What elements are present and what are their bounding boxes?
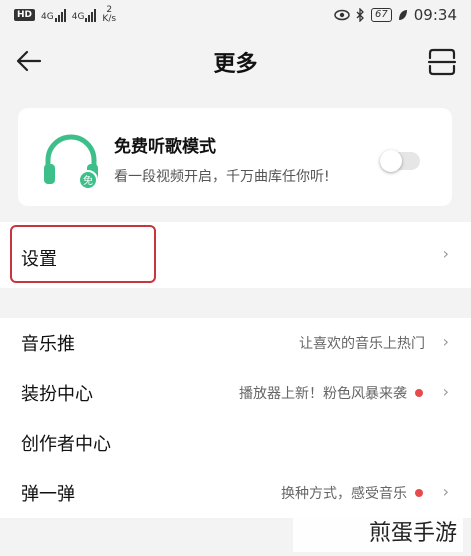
leaf-icon: [398, 10, 407, 20]
menu-list: 音乐推 让喜欢的音乐上热门 › 装扮中心 播放器上新！粉色风暴来袭 › 创作者中…: [0, 318, 471, 518]
top-bar: 更多: [0, 32, 471, 92]
scan-icon[interactable]: [427, 48, 457, 76]
list-item-hint: 播放器上新！粉色风暴来袭: [239, 386, 407, 402]
bluetooth-icon: [356, 8, 364, 22]
chevron-right-icon: ›: [442, 332, 449, 351]
chevron-right-icon: ›: [442, 244, 449, 263]
speed-unit: K/s: [102, 14, 117, 24]
headphones-icon: 免: [44, 134, 98, 190]
hd-badge: HD: [14, 9, 36, 21]
signal1-type: 4G: [41, 11, 54, 22]
signal2-type: 4G: [71, 11, 85, 22]
list-item-label: 装扮中心: [21, 384, 93, 405]
signal-2: 4G: [71, 8, 97, 22]
chevron-right-icon: ›: [442, 382, 449, 401]
watermark: 煎蛋手游: [293, 516, 463, 552]
list-item-label: 弹一弹: [21, 484, 75, 505]
status-bar: HD 4G 4G 2 K/s 67 09:34: [0, 0, 471, 32]
network-speed: 2 K/s: [102, 6, 116, 24]
red-dot-badge: [415, 389, 423, 397]
list-item-hint: 让喜欢的音乐上热门: [299, 336, 425, 352]
signal-bars-icon: [54, 8, 66, 22]
list-item-tap-tap[interactable]: 弹一弹 换种方式，感受音乐 ›: [0, 468, 471, 518]
eye-icon: [334, 9, 350, 21]
chevron-right-icon: ›: [442, 482, 449, 501]
free-mode-toggle[interactable]: [380, 150, 420, 172]
signal-1: 4G: [41, 8, 66, 22]
card-subtitle: 看一段视频开启，千万曲库任你听!: [114, 169, 330, 185]
page-title: 更多: [213, 52, 258, 77]
list-item-dress-up[interactable]: 装扮中心 播放器上新！粉色风暴来袭 ›: [0, 368, 471, 418]
toggle-knob: [380, 150, 402, 172]
red-dot-badge: [415, 489, 423, 497]
status-right: 67 09:34: [334, 6, 457, 24]
status-left: HD 4G 4G 2 K/s: [14, 6, 116, 24]
list-item-creator-center[interactable]: 创作者中心: [0, 418, 471, 468]
clock: 09:34: [413, 6, 457, 24]
list-item-label: 音乐推: [21, 334, 75, 355]
list-item-hint: 换种方式，感受音乐: [281, 486, 407, 502]
card-title: 免费听歌模式: [114, 137, 216, 157]
signal-bars-icon: [85, 8, 97, 22]
list-item-label: 创作者中心: [21, 434, 111, 455]
highlight-box: [10, 225, 156, 283]
svg-text:免: 免: [83, 174, 93, 187]
battery-indicator: 67: [371, 8, 392, 22]
free-listening-card: 免 免费听歌模式 看一段视频开启，千万曲库任你听!: [18, 108, 452, 206]
list-item-music-push[interactable]: 音乐推 让喜欢的音乐上热门 ›: [0, 318, 471, 368]
